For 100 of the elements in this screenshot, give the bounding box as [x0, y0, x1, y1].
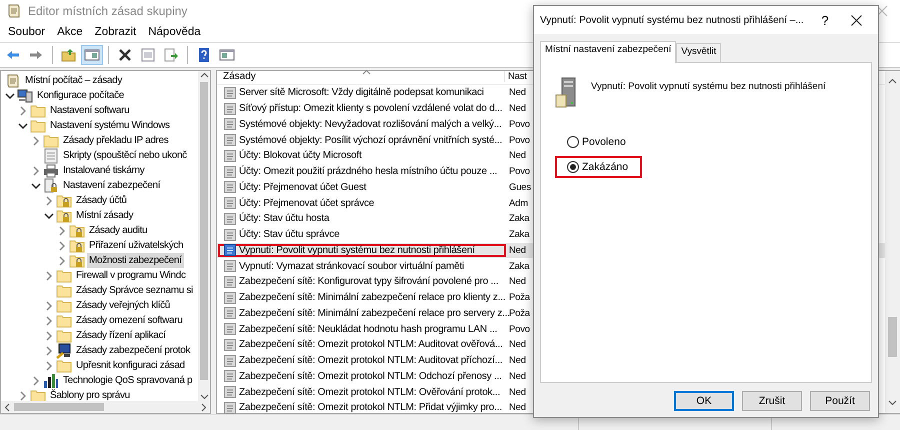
computer-icon — [17, 88, 33, 104]
tree-item[interactable]: Místní počítač – zásady — [23, 73, 124, 88]
tree-item[interactable]: Šablony pro správu — [48, 388, 132, 401]
policy-name[interactable]: Zabezpečení sítě: Neukládat hodnotu hash programu LAN ... — [239, 324, 498, 335]
policy-name[interactable]: Účty: Stav účtu správce — [239, 229, 340, 240]
column-header[interactable]: Zásady — [217, 71, 505, 82]
policy-name[interactable]: Účty: Stav účtu hosta — [239, 213, 330, 224]
scrollbar-thumb[interactable] — [14, 403, 104, 411]
policy-icon — [223, 243, 237, 258]
collapse-chevron-icon[interactable] — [18, 120, 28, 130]
tree-item[interactable]: Zásady zabezpečení protok — [74, 343, 192, 358]
tree-item[interactable]: Nastavení zabezpečení — [61, 178, 162, 193]
scroll-down-icon[interactable] — [888, 398, 897, 407]
policy-name[interactable]: Účty: Blokovat účty Microsoft — [239, 150, 362, 162]
radio-label[interactable]: Zakázáno — [582, 161, 628, 173]
policy-name[interactable]: Systémové objekty: Nevyžadovat rozlišování malých a velký... — [239, 118, 502, 130]
tree-item[interactable]: Zásady veřejných klíčů — [74, 298, 172, 313]
policy-name[interactable]: Systémové objekty: Posílit výchozí oprávnění vnitřních systé... — [239, 134, 502, 146]
collapse-chevron-icon[interactable] — [4, 90, 14, 100]
policy-name[interactable]: Zabezpečení sítě: Minimální zabezpečení relace pro klienty z... — [239, 292, 506, 304]
table-cell-text: Ned — [508, 339, 526, 350]
tree-item[interactable]: Nastavení systému Windows — [48, 118, 172, 133]
scroll-up-icon[interactable] — [888, 77, 897, 86]
tree-item[interactable]: Zásady řízení aplikací — [74, 328, 168, 343]
table-cell-text: Zaka — [508, 213, 530, 224]
policy-name[interactable]: Síťový přístup: Omezit klienty s povolení vzdálené volat do d... — [239, 103, 502, 114]
tree-item[interactable]: Zásady Správce seznamu si — [74, 283, 195, 298]
scroll-left-icon[interactable] — [3, 402, 12, 412]
scroll-up-icon[interactable] — [200, 71, 208, 80]
policy-icon — [223, 290, 237, 305]
export-icon — [163, 47, 179, 63]
folder-icon — [56, 328, 72, 344]
help-button[interactable]: ? — [811, 12, 839, 28]
expand-chevron-icon[interactable] — [30, 136, 40, 146]
policy-icon — [223, 274, 237, 289]
toolbar-button[interactable] — [81, 45, 103, 65]
tree-item[interactable]: Místní zásady — [74, 208, 136, 223]
policy-name[interactable]: Zabezpečení sítě: Omezit protokol NTLM: Auditovat příchozí... — [239, 355, 502, 366]
dialog-button[interactable]: OK — [674, 391, 734, 411]
tab[interactable]: Vysvětlit — [676, 43, 722, 62]
script-icon — [43, 148, 59, 164]
tree-item[interactable]: Firewall v programu Windc — [74, 268, 188, 283]
policy-icon — [223, 385, 237, 400]
policy-icon — [223, 180, 237, 194]
policy-name[interactable]: Zabezpečení sítě: Omezit protokol NTLM: Ověřování protok... — [239, 386, 500, 398]
menu-item[interactable]: Soubor — [2, 26, 52, 38]
policy-name[interactable]: Účty: Přejmenovat účet Guest — [239, 182, 366, 193]
expand-chevron-icon[interactable] — [18, 106, 28, 116]
tree-item[interactable]: Zásady omezení softwaru — [74, 313, 184, 328]
tree-item[interactable]: Nastavení softwaru — [48, 103, 132, 118]
menu-item[interactable]: Akce — [51, 26, 89, 38]
chart-icon — [43, 372, 59, 388]
table-cell-text: Povo — [508, 118, 530, 130]
radio-button[interactable] — [567, 136, 579, 148]
tree-item[interactable]: Konfigurace počítače — [35, 88, 126, 103]
pane-toggle-icon — [219, 47, 235, 63]
policy-name[interactable]: Zabezpečení sítě: Omezit protokol NTLM: Auditovat ověřová... — [239, 339, 503, 350]
tree-item[interactable]: Možnosti zabezpečení — [87, 253, 184, 268]
policy-name[interactable]: Účty: Přejmenovat účet správce — [239, 198, 374, 209]
column-header[interactable]: Nast — [505, 71, 527, 82]
tree-item[interactable]: Instalované tiskárny — [61, 163, 146, 178]
policy-name[interactable]: Zabezpečení sítě: Omezit protokol NTLM: Odchozí přenosy ... — [239, 370, 502, 382]
folder-icon — [56, 312, 72, 328]
monitor-icon — [56, 342, 72, 358]
policy-name[interactable]: Účty: Omezit použití prázdného hesla místního účtu pouze ... — [239, 166, 498, 178]
policy-name[interactable]: Vypnutí: Povolit vypnutí systému bez nutnosti přihlášení — [239, 244, 475, 256]
tree-item[interactable]: Skripty (spouštěcí nebo ukonč — [61, 148, 189, 163]
dialog-button[interactable]: Zrušit — [742, 391, 802, 411]
tree-item[interactable]: Zásady účtů — [74, 193, 129, 208]
tree-item[interactable]: Upřesnit konfiguraci zásad — [74, 358, 187, 373]
policy-name[interactable]: Zabezpečení sítě: Omezit protokol NTLM: Přidat výjimky pro... — [239, 402, 502, 414]
tree-item[interactable]: Zásady auditu — [87, 223, 150, 238]
scroll-right-icon[interactable] — [199, 402, 208, 412]
expand-chevron-icon[interactable] — [30, 166, 40, 176]
radio-label[interactable]: Povoleno — [582, 136, 626, 148]
tree-item[interactable]: Zásady překladu IP adres — [61, 133, 170, 148]
menu-item[interactable]: Zobrazit — [88, 26, 142, 38]
menu-item[interactable]: Nápověda — [142, 26, 207, 38]
tab[interactable]: Místní nastavení zabezpečení — [540, 41, 676, 63]
folder-icon — [30, 102, 46, 118]
policy-icon — [223, 306, 237, 320]
radio-button[interactable] — [567, 161, 579, 173]
scrollbar-thumb[interactable] — [888, 317, 897, 357]
collapse-chevron-icon[interactable] — [44, 210, 54, 220]
scroll-down-icon[interactable] — [200, 392, 208, 401]
printer-icon — [43, 162, 59, 178]
expand-chevron-icon[interactable] — [44, 196, 54, 206]
policy-name[interactable]: Zabezpečení sítě: Minimální zabezpečení relace pro servery z... — [239, 308, 510, 319]
tree-item[interactable]: Technologie QoS spravovaná p — [61, 373, 194, 388]
policy-name[interactable]: Zabezpečení sítě: Konfigurovat typy šifrování povolené pro ... — [239, 276, 498, 288]
policy-icon — [223, 86, 237, 100]
policy-name[interactable]: Server sítě Microsoft: Vždy digitálně podepsat komunikaci — [239, 87, 484, 98]
tree-item[interactable]: Přiřazení uživatelských — [87, 238, 186, 253]
collapse-chevron-icon[interactable] — [30, 180, 40, 190]
policy-name[interactable]: Vypnutí: Vymazat stránkovací soubor virtuální paměti — [239, 260, 464, 272]
scrollbar-thumb[interactable] — [200, 82, 208, 380]
dialog-button[interactable]: Použít — [810, 391, 870, 411]
close-icon[interactable] — [851, 14, 862, 26]
table-cell-text: Ned — [508, 386, 526, 398]
policy-icon — [223, 212, 237, 226]
